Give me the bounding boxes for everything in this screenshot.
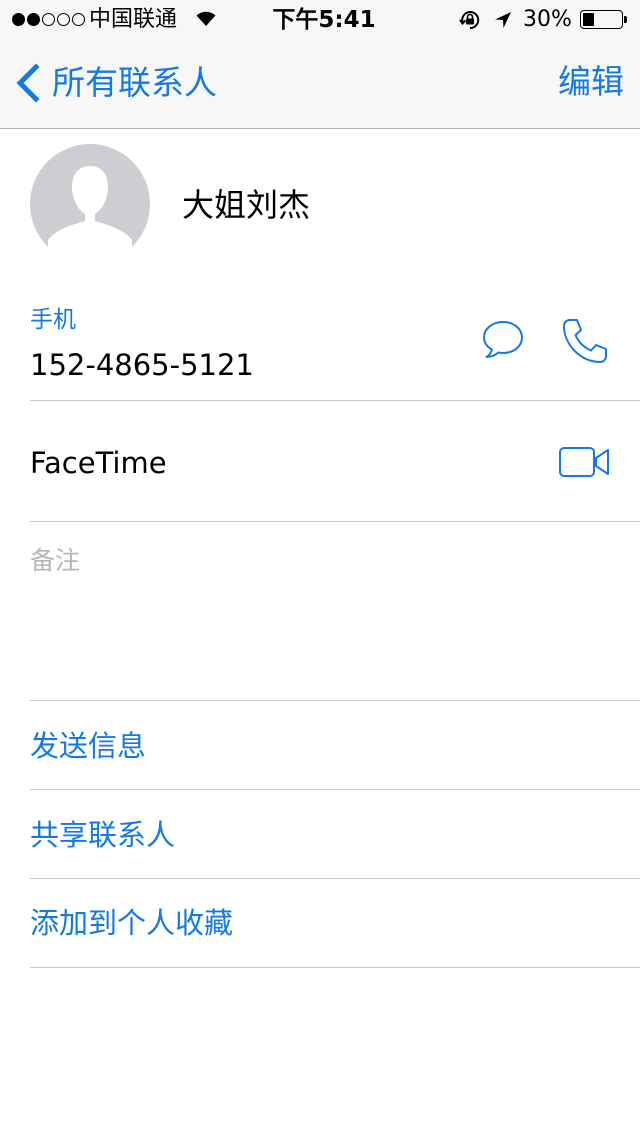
navigation-bar: 所有联系人 编辑: [0, 40, 640, 129]
facetime-label: FaceTime: [30, 446, 167, 480]
row-separator: [30, 521, 640, 522]
chevron-left-icon: [16, 63, 40, 103]
phone-handset-icon[interactable]: [560, 316, 610, 366]
video-camera-icon[interactable]: [558, 444, 612, 480]
add-to-favorites-button[interactable]: 添加到个人收藏: [30, 904, 233, 942]
share-contact-button[interactable]: 共享联系人: [30, 816, 175, 854]
notes-field-label[interactable]: 备注: [30, 545, 80, 577]
location-arrow-icon: [495, 12, 511, 28]
person-silhouette-icon: [48, 166, 132, 264]
row-separator: [30, 878, 640, 879]
phone-field-label: 手机: [30, 307, 76, 333]
message-bubble-icon[interactable]: [480, 316, 526, 362]
back-button-label: 所有联系人: [52, 63, 217, 102]
back-button[interactable]: 所有联系人: [14, 60, 217, 106]
row-separator: [30, 789, 640, 790]
battery-icon: [580, 10, 623, 29]
status-bar: 中国联通 下午5:41 30%: [0, 0, 640, 40]
battery-tip: [624, 16, 627, 23]
phone-number[interactable]: 152-4865-5121: [30, 346, 254, 384]
rotation-lock-icon: [459, 11, 480, 30]
avatar: [30, 144, 150, 264]
row-separator: [30, 400, 640, 401]
row-separator: [30, 967, 640, 968]
battery-level-fill: [583, 13, 594, 26]
edit-button[interactable]: 编辑: [558, 60, 624, 104]
row-separator: [30, 700, 640, 701]
battery-percentage: 30%: [523, 7, 572, 32]
send-message-button[interactable]: 发送信息: [30, 727, 146, 765]
contact-name: 大姐刘杰: [182, 186, 311, 224]
